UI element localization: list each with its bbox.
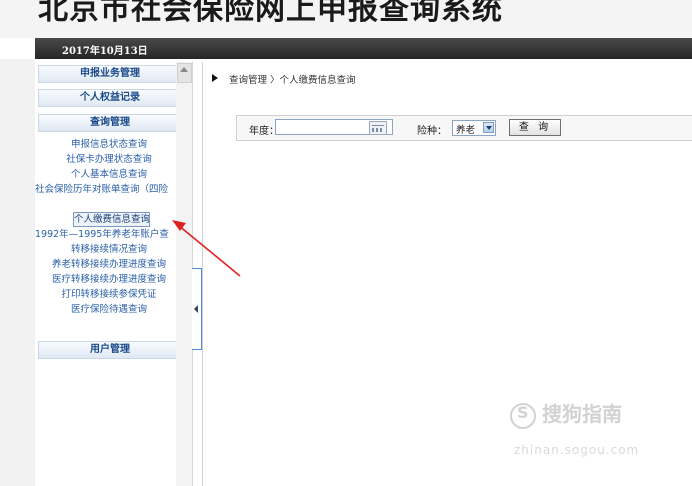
watermark: 搜狗指南 [510, 398, 622, 429]
insurance-type-label: 险种： [417, 126, 447, 137]
menu-section-query[interactable]: 查询管理 [38, 114, 182, 132]
sidebar-item-basic-info[interactable]: 个人基本信息查询 [35, 167, 185, 182]
sogou-logo-icon [510, 402, 536, 429]
left-gutter [0, 59, 35, 486]
current-date: 2017年10月13日 [62, 46, 148, 57]
scroll-up-arrow-icon [180, 67, 188, 72]
query-form: 年度： 险种： 养老 查 询 [236, 115, 692, 141]
sidebar-scrollbar[interactable] [176, 62, 192, 486]
menu-section-declaration[interactable]: 申报业务管理 [38, 65, 182, 83]
collapse-arrow-icon [194, 305, 198, 313]
calendar-icon[interactable] [369, 121, 387, 135]
insurance-type-value: 养老 [456, 125, 476, 136]
sidebar-item-card-status[interactable]: 社保卡办理状态查询 [35, 152, 185, 167]
watermark-text: 搜狗指南 [542, 402, 622, 426]
app-header: 北京市社会保险网上申报查询系统 [0, 0, 692, 38]
sidebar-divider [202, 62, 203, 486]
sidebar-item-declaration-status[interactable]: 申报信息状态查询 [35, 137, 185, 152]
sidebar-item-transfer-status[interactable]: 转移接续情况查询 [35, 242, 185, 257]
sidebar-item-medical-transfer-progress[interactable]: 医疗转移接续办理进度查询 [35, 272, 185, 287]
scroll-up-button[interactable] [177, 63, 192, 83]
sidebar-item-payment-info[interactable]: 个人缴费信息查询 [73, 212, 150, 227]
sidebar-item-pension-account[interactable]: 1992年—1995年养老年账户查 [35, 227, 187, 242]
sidebar-item-pension-transfer-progress[interactable]: 养老转移接续办理进度查询 [35, 257, 185, 272]
insurance-type-select[interactable]: 养老 [452, 120, 496, 136]
chevron-down-icon[interactable] [483, 122, 494, 133]
query-button[interactable]: 查 询 [509, 119, 561, 136]
date-bar: 2017年10月13日 [35, 38, 692, 59]
breadcrumb: 查询管理 〉个人缴费信息查询 [229, 75, 356, 86]
menu-section-user[interactable]: 用户管理 [38, 341, 182, 359]
sidebar-menu: 申报业务管理 个人权益记录 查询管理 申报信息状态查询 社保卡办理状态查询 个人… [35, 62, 193, 486]
app-title: 北京市社会保险网上申报查询系统 [38, 0, 503, 27]
menu-section-rights-record[interactable]: 个人权益记录 [38, 89, 182, 107]
sidebar-item-annual-statement[interactable]: 社会保险历年对账单查询（四险 [35, 182, 187, 197]
breadcrumb-arrow-icon [212, 74, 218, 82]
sidebar-item-print-certificate[interactable]: 打印转移接续参保凭证 [35, 287, 185, 302]
collapse-sidebar-toggle[interactable] [192, 268, 202, 350]
sidebar-item-medical-benefits[interactable]: 医疗保险待遇查询 [35, 302, 185, 317]
watermark-url: zhinan.sogou.com [514, 443, 640, 457]
